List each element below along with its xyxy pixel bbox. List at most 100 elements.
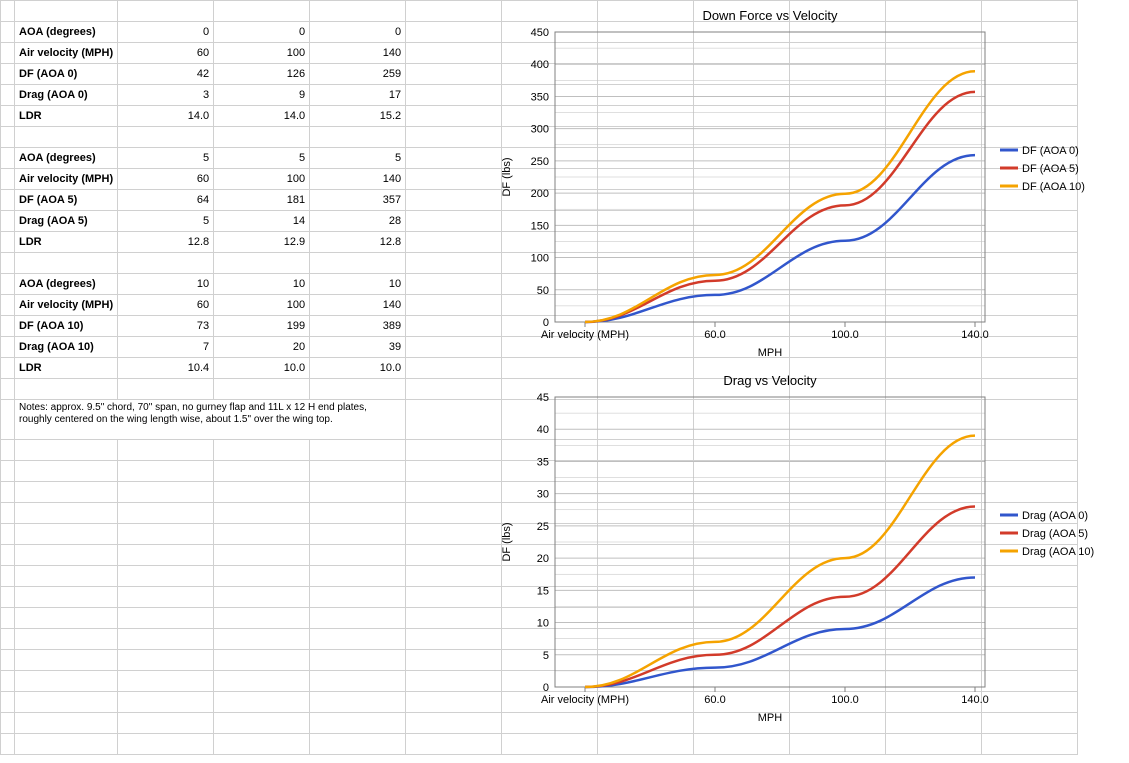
cell[interactable] <box>790 566 886 587</box>
cell[interactable] <box>982 253 1078 274</box>
cell[interactable] <box>310 503 406 524</box>
cell[interactable] <box>694 64 790 85</box>
row-value[interactable]: 0 <box>118 22 214 43</box>
cell[interactable] <box>406 503 502 524</box>
cell[interactable] <box>15 734 118 755</box>
cell[interactable] <box>982 64 1078 85</box>
row-value[interactable]: 100 <box>214 169 310 190</box>
cell[interactable] <box>598 358 694 379</box>
row-value[interactable]: 357 <box>310 190 406 211</box>
cell[interactable] <box>694 358 790 379</box>
cell[interactable] <box>406 524 502 545</box>
cell[interactable] <box>982 400 1078 440</box>
cell[interactable] <box>694 43 790 64</box>
cell[interactable] <box>694 671 790 692</box>
cell[interactable] <box>790 587 886 608</box>
cell[interactable] <box>15 587 118 608</box>
row-value[interactable]: 15.2 <box>310 106 406 127</box>
row-value[interactable]: 181 <box>214 190 310 211</box>
cell[interactable] <box>694 440 790 461</box>
cell[interactable] <box>214 587 310 608</box>
cell[interactable] <box>790 692 886 713</box>
cell[interactable] <box>502 379 598 400</box>
cell[interactable] <box>598 440 694 461</box>
cell[interactable] <box>886 85 982 106</box>
cell[interactable] <box>310 734 406 755</box>
cell[interactable] <box>15 650 118 671</box>
cell[interactable] <box>886 64 982 85</box>
cell[interactable] <box>982 85 1078 106</box>
cell[interactable] <box>214 650 310 671</box>
cell[interactable] <box>406 274 502 295</box>
cell[interactable] <box>502 295 598 316</box>
cell[interactable] <box>886 461 982 482</box>
cell[interactable] <box>310 608 406 629</box>
cell[interactable] <box>790 106 886 127</box>
cell[interactable] <box>502 566 598 587</box>
row-value[interactable]: 9 <box>214 85 310 106</box>
cell[interactable] <box>598 379 694 400</box>
cell[interactable] <box>982 358 1078 379</box>
cell[interactable] <box>118 503 214 524</box>
cell[interactable] <box>790 169 886 190</box>
cell[interactable] <box>982 106 1078 127</box>
cell[interactable] <box>982 337 1078 358</box>
cell[interactable] <box>886 692 982 713</box>
row-label[interactable]: AOA (degrees) <box>15 274 118 295</box>
row-label[interactable]: DF (AOA 5) <box>15 190 118 211</box>
cell[interactable] <box>502 400 598 440</box>
cell[interactable] <box>406 169 502 190</box>
cell[interactable] <box>406 337 502 358</box>
cell[interactable] <box>886 734 982 755</box>
cell[interactable] <box>502 587 598 608</box>
row-value[interactable]: 64 <box>118 190 214 211</box>
cell[interactable] <box>982 440 1078 461</box>
row-value[interactable]: 20 <box>214 337 310 358</box>
row-value[interactable]: 10.0 <box>310 358 406 379</box>
row-label[interactable]: Drag (AOA 0) <box>15 85 118 106</box>
row-value[interactable]: 10 <box>118 274 214 295</box>
cell[interactable] <box>790 524 886 545</box>
cell[interactable] <box>694 127 790 148</box>
cell[interactable] <box>406 650 502 671</box>
cell[interactable] <box>502 232 598 253</box>
cell[interactable] <box>790 316 886 337</box>
cell[interactable] <box>406 148 502 169</box>
cell[interactable] <box>118 440 214 461</box>
cell[interactable] <box>982 482 1078 503</box>
cell[interactable] <box>118 1 214 22</box>
cell[interactable] <box>15 503 118 524</box>
cell[interactable] <box>598 253 694 274</box>
row-value[interactable]: 12.9 <box>214 232 310 253</box>
cell[interactable] <box>694 85 790 106</box>
cell[interactable] <box>886 22 982 43</box>
cell[interactable] <box>502 461 598 482</box>
cell[interactable] <box>310 692 406 713</box>
cell[interactable] <box>598 190 694 211</box>
cell[interactable] <box>694 713 790 734</box>
cell[interactable] <box>886 211 982 232</box>
cell[interactable] <box>982 503 1078 524</box>
row-label[interactable]: Air velocity (MPH) <box>15 295 118 316</box>
cell[interactable] <box>886 713 982 734</box>
cell[interactable] <box>118 608 214 629</box>
row-value[interactable]: 39 <box>310 337 406 358</box>
cell[interactable] <box>406 190 502 211</box>
cell[interactable] <box>886 608 982 629</box>
cell[interactable] <box>790 64 886 85</box>
cell[interactable] <box>214 629 310 650</box>
cell[interactable] <box>406 43 502 64</box>
cell[interactable] <box>406 127 502 148</box>
cell[interactable] <box>406 358 502 379</box>
cell[interactable] <box>694 148 790 169</box>
cell[interactable] <box>598 587 694 608</box>
cell[interactable] <box>886 671 982 692</box>
cell[interactable] <box>790 358 886 379</box>
cell[interactable] <box>598 211 694 232</box>
cell[interactable] <box>214 461 310 482</box>
cell[interactable] <box>118 482 214 503</box>
cell[interactable] <box>886 106 982 127</box>
cell[interactable] <box>886 253 982 274</box>
cell[interactable] <box>886 545 982 566</box>
cell[interactable] <box>310 566 406 587</box>
